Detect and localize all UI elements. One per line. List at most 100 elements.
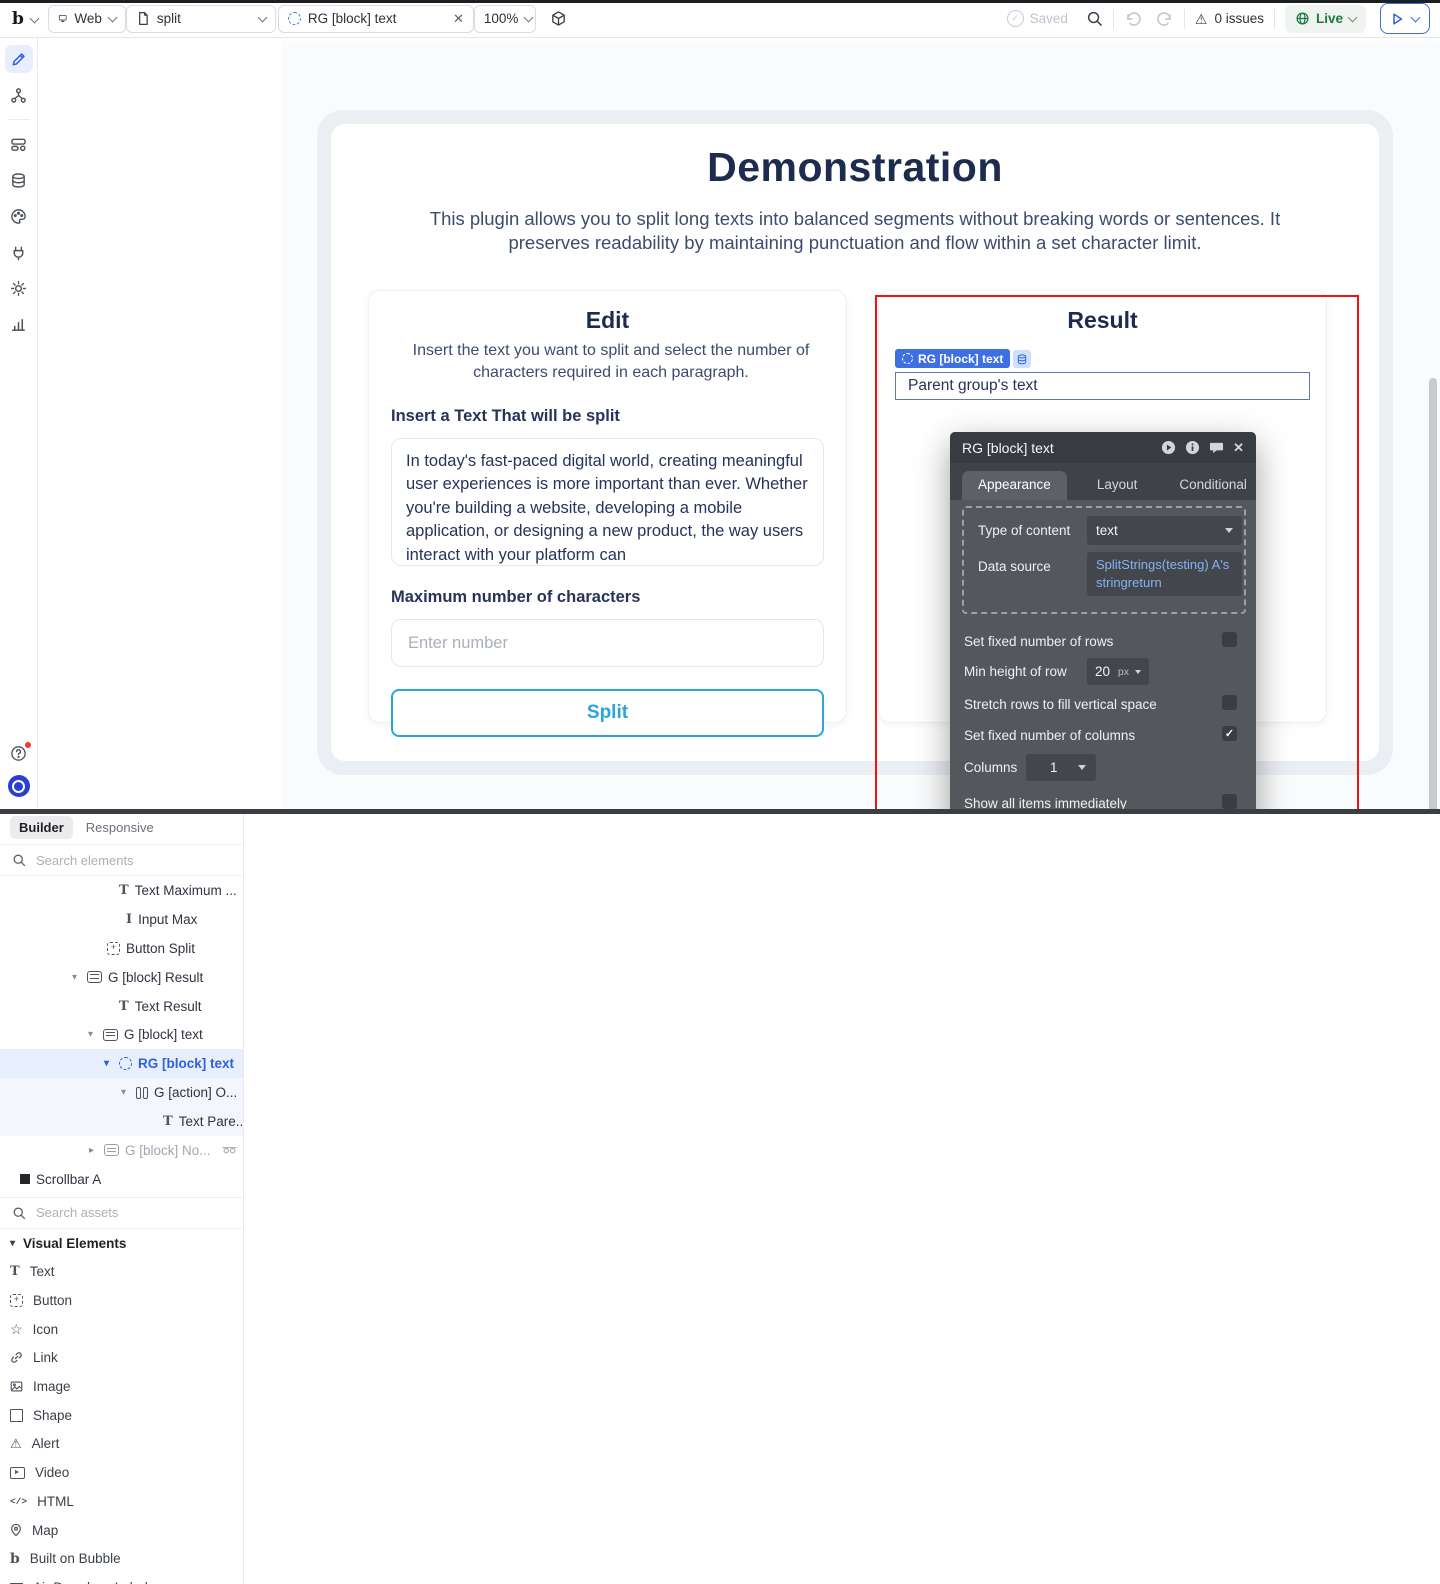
group-element-icon (104, 1144, 119, 1157)
plugins-tab-plug-icon[interactable] (5, 238, 33, 266)
platform-dropdown[interactable]: Web (47, 4, 126, 33)
element-tab[interactable]: RG [block] text ✕ (277, 4, 474, 33)
caret-down-icon[interactable]: ▾ (88, 1029, 97, 1040)
page-title: Demonstration (707, 144, 1003, 190)
search-elements-input[interactable] (34, 851, 208, 869)
preview-icon[interactable] (1161, 440, 1176, 455)
close-icon[interactable]: ✕ (1233, 440, 1244, 456)
fixed-columns-checkbox-checked[interactable]: ✓ (1222, 726, 1237, 741)
tab-layout[interactable]: Layout (1081, 471, 1154, 500)
tree-item-scrollbar-a[interactable]: Scrollbar A (0, 1165, 243, 1194)
caret-down-icon[interactable]: ▾ (121, 1087, 130, 1098)
tab-builder[interactable]: Builder (10, 816, 73, 839)
asset-item-shape[interactable]: Shape (0, 1401, 243, 1430)
preview-button[interactable] (1380, 3, 1430, 34)
hidden-glasses-icon (222, 1147, 237, 1154)
logo-chevron-down-icon[interactable] (29, 13, 40, 24)
chevron-down-icon (523, 12, 534, 22)
visual-elements-header[interactable]: ▾ Visual Elements (0, 1229, 243, 1258)
asset-item-html[interactable]: </> HTML (0, 1487, 243, 1516)
search-assets-input[interactable] (34, 1204, 208, 1222)
design-tab-pencil-icon[interactable] (4, 45, 33, 73)
monitor-icon (58, 14, 67, 23)
data-source-badge[interactable] (1013, 350, 1032, 368)
tree-item-g-block-text[interactable]: ▾ G [block] text (0, 1020, 243, 1049)
tree-item-button-split[interactable]: Button Split (0, 934, 243, 963)
tree-item-input-max[interactable]: I Input Max (0, 905, 243, 934)
component-library-icon[interactable] (550, 10, 567, 27)
inspector-title: RG [block] text (962, 439, 1054, 456)
min-height-input[interactable]: 20 px (1087, 658, 1149, 685)
data-tab-database-icon[interactable] (5, 166, 33, 194)
data-source-label: Data source (978, 559, 1051, 574)
rg-element-badge[interactable]: RG [block] text (895, 349, 1011, 368)
comment-icon[interactable] (1209, 441, 1224, 455)
asset-item-text[interactable]: T Text (0, 1257, 243, 1286)
caret-down-icon (1135, 669, 1141, 674)
caret-right-icon[interactable]: ▸ (89, 1145, 98, 1156)
max-characters-input[interactable] (391, 619, 824, 667)
canvas-scrollbar[interactable] (1429, 378, 1437, 814)
play-icon (1393, 12, 1403, 25)
workflow-tab-icon[interactable] (5, 81, 33, 109)
inspector-header[interactable]: RG [block] text ✕ (950, 432, 1256, 463)
tree-item-g-action[interactable]: ▾ G [action] O... (0, 1078, 243, 1108)
tree-item-g-block-result[interactable]: ▾ G [block] Result (0, 963, 243, 992)
issues-button[interactable]: ⚠ 0 issues (1195, 11, 1264, 26)
asset-item-map[interactable]: Map (0, 1516, 243, 1545)
zoom-dropdown[interactable]: 100% (473, 4, 536, 33)
asset-item-video[interactable]: Video (0, 1458, 243, 1487)
split-button[interactable]: Split (391, 689, 824, 737)
page-dropdown[interactable]: split (125, 4, 276, 33)
asset-item-link[interactable]: Link (0, 1344, 243, 1373)
tab-responsive[interactable]: Responsive (77, 816, 163, 839)
asset-item-built-on-bubble[interactable]: b Built on Bubble (0, 1544, 243, 1573)
asset-item-icon[interactable]: ☆ Icon (0, 1315, 243, 1344)
components-tab-icon[interactable] (5, 130, 33, 158)
styles-tab-palette-icon[interactable] (5, 202, 33, 230)
data-source-field[interactable]: SplitStrings(testing) A's stringreturn (1087, 552, 1242, 596)
search-icon[interactable] (1086, 10, 1103, 27)
logs-tab-chart-icon[interactable] (5, 310, 33, 338)
show-all-items-checkbox[interactable] (1222, 794, 1237, 809)
info-icon[interactable] (1185, 440, 1200, 455)
live-dropdown[interactable]: Live (1284, 4, 1366, 33)
type-of-content-select[interactable]: text (1087, 516, 1242, 545)
caret-down-icon[interactable]: ▾ (104, 1058, 113, 1069)
element-inspector[interactable]: RG [block] text ✕ Appearance Layout Cond… (950, 432, 1256, 814)
tab-appearance[interactable]: Appearance (962, 471, 1067, 500)
repeating-group-cell[interactable]: Parent group's text (895, 372, 1310, 400)
warning-icon: ⚠ (1194, 10, 1208, 27)
asset-item-image[interactable]: Image (0, 1372, 243, 1401)
tree-item-text-result[interactable]: T Text Result (0, 992, 243, 1021)
repeating-group-icon (902, 353, 913, 364)
stretch-rows-checkbox[interactable] (1222, 695, 1237, 710)
saved-check-icon: ✓ (1006, 10, 1024, 27)
fixed-rows-checkbox[interactable] (1222, 632, 1237, 647)
tab-conditional[interactable]: Conditional (1163, 471, 1256, 500)
image-icon (10, 1381, 23, 1392)
split-text-input[interactable]: In today's fast-paced digital world, cre… (391, 438, 824, 566)
undo-button[interactable] (1124, 11, 1142, 27)
settings-tab-gear-icon[interactable] (5, 274, 33, 302)
tree-item-g-block-no-hidden[interactable]: ▸ G [block] No... (0, 1136, 243, 1165)
close-tab-icon[interactable]: ✕ (453, 11, 464, 27)
redo-button[interactable] (1156, 11, 1174, 27)
horizontal-scrollbar[interactable] (0, 809, 1440, 814)
tree-item-text-parent[interactable]: T Text Pare... (0, 1107, 243, 1137)
asset-item-alert[interactable]: ⚠ Alert (0, 1430, 243, 1459)
caret-down-icon: ▾ (10, 1237, 16, 1249)
globe-icon (1296, 12, 1309, 25)
tree-item-text-maximum[interactable]: T Text Maximum ... (0, 876, 243, 905)
app-avatar[interactable] (7, 775, 30, 797)
help-button[interactable] (5, 739, 33, 767)
tree-item-rg-block-text-selected[interactable]: ▾ RG [block] text (0, 1049, 243, 1079)
caret-down-icon[interactable]: ▾ (72, 972, 81, 983)
asset-item-button[interactable]: Button (0, 1286, 243, 1315)
shape-icon (10, 1408, 23, 1422)
code-icon: </> (10, 1495, 28, 1507)
design-canvas[interactable]: Demonstration This plugin allows you to … (282, 41, 1440, 814)
asset-item-air-dropdown-labels[interactable]: Air DropdownLabels (0, 1573, 243, 1584)
bubble-logo-icon[interactable]: b (12, 9, 24, 29)
columns-select[interactable]: 1 (1026, 754, 1096, 781)
